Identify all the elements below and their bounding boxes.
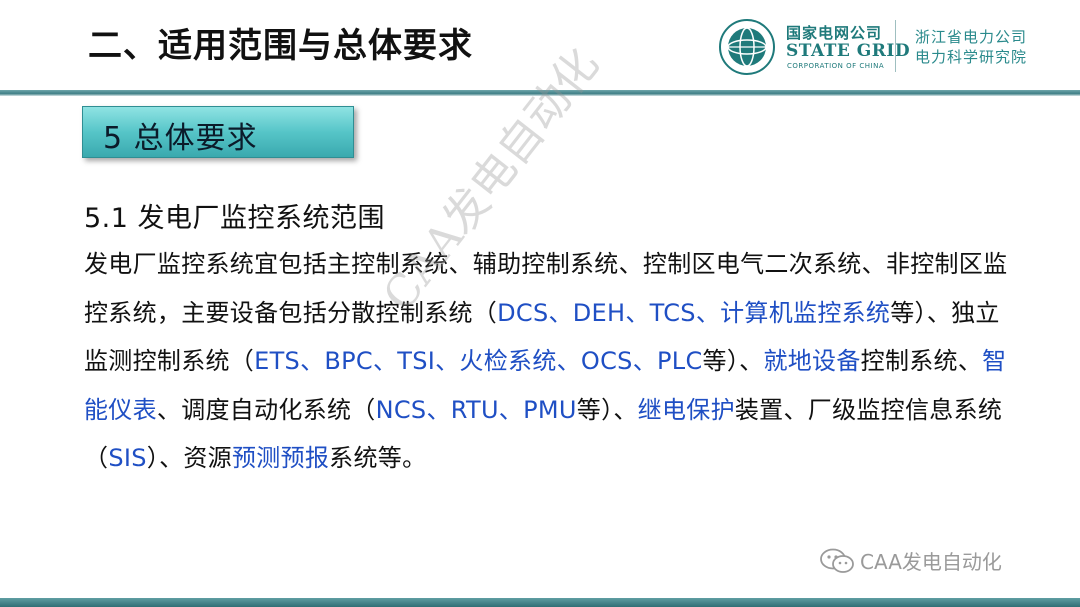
body-paragraph: 发电厂监控系统宜包括主控制系统、辅助控制系统、控制区电气二次系统、非控制区监控系… <box>84 240 1014 483</box>
highlight-term: 预测预报 <box>231 444 330 472</box>
wechat-badge: CAA发电自动化 <box>820 546 1002 575</box>
wechat-icon <box>820 548 854 573</box>
highlight-term: SIS <box>108 444 147 472</box>
section-heading-box: 5 总体要求 <box>82 106 354 158</box>
highlight-term: 继电保护 <box>637 395 735 424</box>
section-heading: 5 总体要求 <box>103 121 258 156</box>
highlight-term: ETS、BPC、TSI、火检系统、OCS、PLC <box>254 347 703 375</box>
subsection-heading: 5.1 发电厂监控系统范围 <box>84 203 386 234</box>
body-text-run: 等）、 <box>576 395 638 424</box>
body-text-run: 系统等。 <box>329 444 427 472</box>
highlight-term: NCS、RTU、PMU <box>375 395 577 424</box>
org-name-line-1: 浙江省电力公司 <box>915 28 1028 46</box>
logo-cn-text: 国家电网公司 <box>786 24 883 42</box>
highlight-term: 就地设备 <box>763 347 861 375</box>
org-name-line-2: 电力科学研究院 <box>915 48 1028 66</box>
page-title: 二、适用范围与总体要求 <box>88 26 473 66</box>
body-text-run: ）、资源 <box>146 444 232 472</box>
body-text-run: 、调度自动化系统（ <box>156 395 376 424</box>
body-text-run: 控制系统、 <box>860 347 983 375</box>
highlight-term: DCS、DEH、TCS、计算机监控系统 <box>497 298 891 327</box>
logo-divider <box>895 20 896 72</box>
state-grid-emblem-icon <box>719 19 775 75</box>
logo-en-text: STATE GRID <box>786 41 911 61</box>
footer-bar <box>0 598 1080 607</box>
logo-sub-text: CORPORATION OF CHINA <box>787 62 885 70</box>
body-text-run: 等）、 <box>702 347 764 375</box>
wechat-account-name: CAA发电自动化 <box>860 550 1002 574</box>
